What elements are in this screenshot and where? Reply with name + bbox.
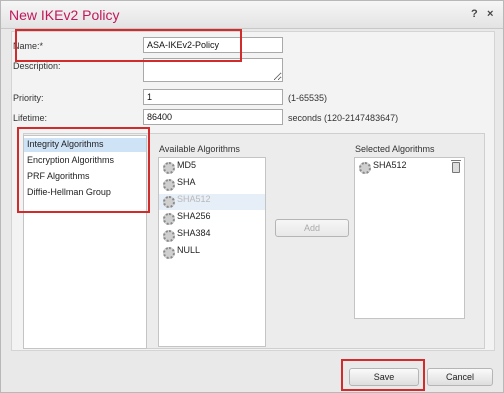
algorithm-label: MD5: [177, 160, 197, 170]
nav-item-integrity[interactable]: Integrity Algorithms: [24, 138, 146, 152]
available-algorithms-list: MD5 SHA SHA512 SHA256 SHA384 NULL: [158, 157, 266, 347]
algorithm-label: SHA512: [373, 160, 407, 170]
gear-icon: [163, 213, 175, 225]
lifetime-input[interactable]: [143, 109, 283, 125]
algorithm-label: SHA: [177, 177, 196, 187]
algorithm-label: SHA512: [177, 194, 211, 204]
name-label: Name:*: [13, 41, 44, 51]
priority-input[interactable]: [143, 89, 283, 105]
list-item[interactable]: SHA384: [159, 228, 265, 244]
algorithm-label: SHA256: [177, 211, 211, 221]
list-item[interactable]: NULL: [159, 245, 265, 261]
help-icon[interactable]: ?: [471, 8, 478, 20]
close-icon[interactable]: ×: [487, 8, 493, 20]
cancel-button[interactable]: Cancel: [427, 368, 493, 386]
list-item[interactable]: SHA: [159, 177, 265, 193]
priority-label: Priority:: [13, 93, 44, 103]
gear-icon: [163, 162, 175, 174]
list-item-disabled: SHA512: [159, 194, 265, 210]
gear-icon: [163, 247, 175, 259]
nav-item-encryption[interactable]: Encryption Algorithms: [24, 154, 146, 168]
ikev2-policy-dialog: New IKEv2 Policy ? × Name:* Description:…: [0, 0, 504, 393]
dialog-title: New IKEv2 Policy: [9, 7, 120, 23]
lifetime-label: Lifetime:: [13, 113, 48, 123]
algorithm-category-list: Integrity Algorithms Encryption Algorith…: [23, 135, 147, 349]
selected-algorithms-header: Selected Algorithms: [355, 144, 435, 154]
gear-icon: [359, 162, 371, 174]
list-item[interactable]: MD5: [159, 160, 265, 176]
algorithm-label: NULL: [177, 245, 201, 255]
gear-icon: [163, 179, 175, 191]
available-algorithms-header: Available Algorithms: [159, 144, 240, 154]
nav-item-prf[interactable]: PRF Algorithms: [24, 170, 146, 184]
dialog-titlebar: New IKEv2 Policy ? ×: [1, 1, 503, 29]
gear-icon: [163, 196, 175, 208]
list-item[interactable]: SHA256: [159, 211, 265, 227]
algorithm-label: SHA384: [177, 228, 211, 238]
lifetime-hint: seconds (120-2147483647): [288, 113, 399, 123]
list-item[interactable]: SHA512: [355, 160, 445, 176]
description-textarea[interactable]: [143, 58, 283, 82]
nav-item-diffie-hellman[interactable]: Diffie-Hellman Group: [24, 186, 146, 200]
description-label: Description:: [13, 61, 61, 71]
trash-icon[interactable]: [451, 160, 461, 173]
save-button[interactable]: Save: [349, 368, 419, 386]
selected-algorithms-list: SHA512: [354, 157, 465, 319]
name-input[interactable]: [143, 37, 283, 53]
add-button[interactable]: Add: [275, 219, 349, 237]
gear-icon: [163, 230, 175, 242]
priority-hint: (1-65535): [288, 93, 328, 103]
